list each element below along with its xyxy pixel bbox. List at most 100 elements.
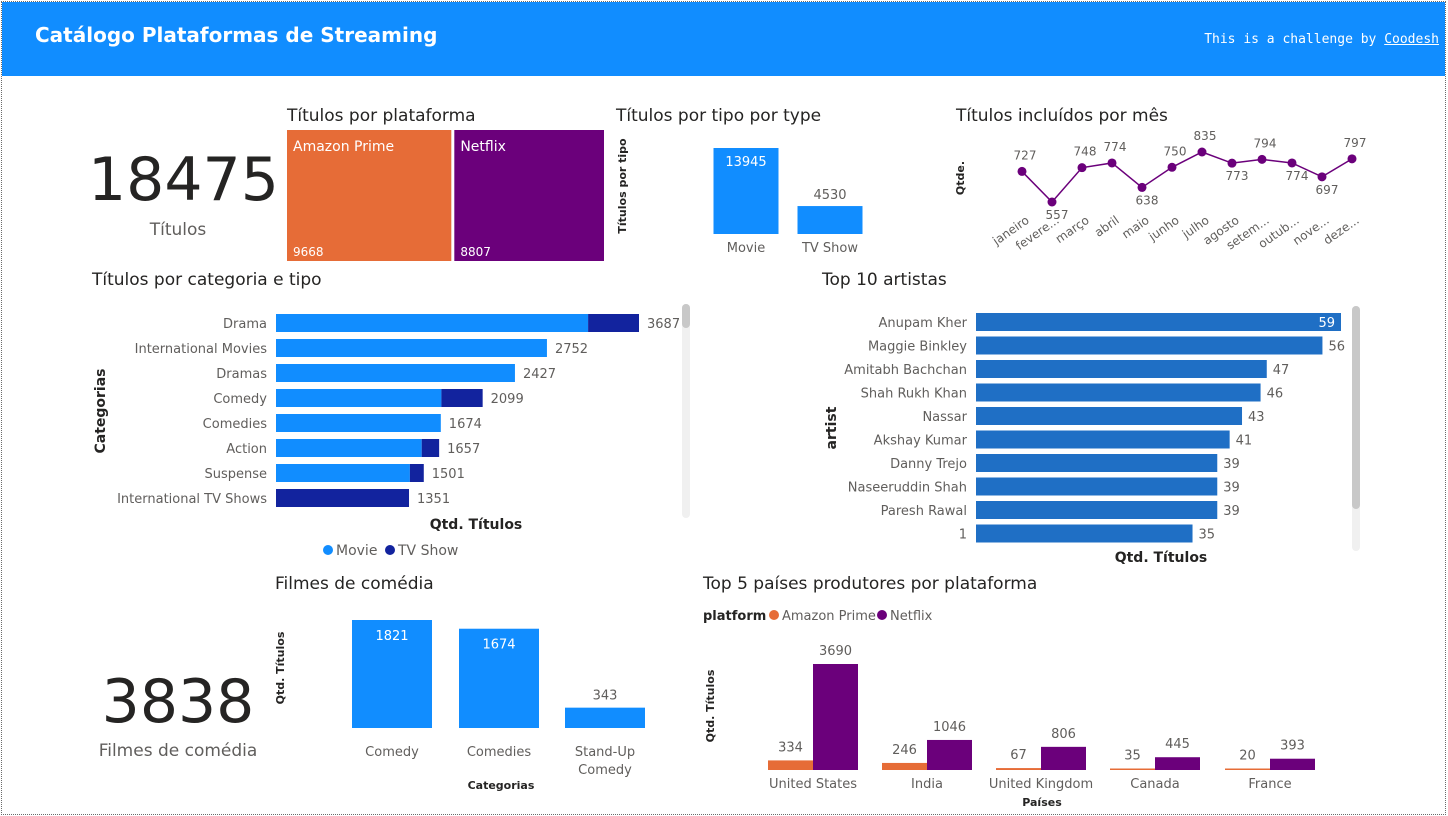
treemap-label-netflix: Netflix <box>460 139 506 155</box>
countries-data-label-netflix-united-kingdom: 806 <box>1051 727 1076 742</box>
comedy-tick-comedies: Comedies <box>467 745 532 760</box>
countries-tick-india: India <box>911 777 943 792</box>
challenge-credit: This is a challenge by Coodesh <box>1204 32 1439 47</box>
month-data-label-deze: 797 <box>1344 136 1367 150</box>
category-tick-suspense: Suspense <box>204 467 267 482</box>
category-bar-tv-show-drama <box>588 314 639 332</box>
category-scrollbar-thumb <box>682 304 690 328</box>
month-point-deze <box>1347 154 1357 164</box>
category-total-label-international-tv-shows: 1351 <box>417 492 450 507</box>
month-point-nove <box>1317 172 1327 182</box>
legend-marker-netflix <box>877 610 887 620</box>
artists-data-label-amitabh-bachchan: 47 <box>1273 363 1290 378</box>
month-y-axis-label: Qtde. <box>954 161 967 195</box>
artists-bar-nassar <box>976 407 1243 425</box>
kpi-titles-label: Títulos <box>149 220 207 240</box>
treemap-value-amazon-prime: 9668 <box>293 245 324 259</box>
countries-bar-netflix-france <box>1270 758 1315 770</box>
month-data-label-julho: 835 <box>1194 130 1217 143</box>
platform-treemap[interactable]: Amazon Prime 9668 Netflix 8807 <box>287 130 607 264</box>
category-total-label-dramas: 2427 <box>523 367 556 382</box>
category-total-label-action: 1657 <box>447 442 480 457</box>
artists-tick-danny-trejo: Danny Trejo <box>890 457 967 472</box>
coodesh-link[interactable]: Coodesh <box>1384 32 1439 47</box>
category-bar-movie-suspense <box>276 464 410 482</box>
countries-tick-united-states: United States <box>769 777 857 792</box>
type-bar-tv-show <box>797 206 863 234</box>
artists-bar-shah-rukh-khan <box>976 383 1261 402</box>
category-bar-movie-dramas <box>276 364 515 382</box>
month-data-label-maio: 638 <box>1136 193 1159 207</box>
artists-bar-danny-trejo <box>976 454 1218 472</box>
challenge-text: This is a challenge by <box>1204 32 1377 47</box>
artists-data-label-akshay-kumar: 41 <box>1236 434 1253 449</box>
countries-bar-netflix-canada <box>1155 757 1200 770</box>
type-tick-tv-show: TV Show <box>801 241 858 256</box>
countries-bar-netflix-united-kingdom <box>1041 746 1086 770</box>
artists-x-axis-label: Qtd. Títulos <box>1115 550 1208 566</box>
countries-tick-canada: Canada <box>1130 777 1179 792</box>
kpi-titles-value: 18475 <box>88 145 279 215</box>
month-point-abril <box>1107 158 1117 168</box>
legend-marker-tv-show <box>385 545 395 555</box>
countries-bar-amazon-prime-united-kingdom <box>996 768 1041 770</box>
month-tick-junho: junho <box>1145 213 1181 244</box>
category-x-axis-label: Qtd. Títulos <box>430 517 523 533</box>
category-tick-drama: Drama <box>223 317 267 332</box>
countries-data-label-amazon-prime-united-states: 334 <box>778 740 803 755</box>
artists-tick-amitabh-bachchan: Amitabh Bachchan <box>844 363 967 378</box>
artists-bar-anupam-kher <box>976 313 1341 331</box>
treemap-value-netflix: 8807 <box>460 245 491 259</box>
category-y-axis-label: Categorias <box>93 368 109 453</box>
month-data-label-junho: 750 <box>1164 144 1187 158</box>
category-tick-international-movies: International Movies <box>135 342 268 357</box>
month-line-chart[interactable]: Qtde.727janeiro 557fevere...748março774ab… <box>950 130 1370 264</box>
header-bar: Catálogo Plataformas de Streaming This i… <box>2 2 1445 76</box>
type-tick-movie: Movie <box>727 241 765 256</box>
category-bar-tv-show-suspense <box>409 464 424 482</box>
artists-bar-chart[interactable]: artist Anupam Kher 59 Maggie Binkley 56 Amita… <box>818 300 1368 568</box>
month-point-mar-o <box>1077 163 1087 173</box>
category-total-label-international-movies: 2752 <box>555 342 588 357</box>
month-point-fevere <box>1047 197 1057 207</box>
countries-legend-title: platform <box>703 609 766 624</box>
artists-data-label-anupam-kher: 59 <box>1318 316 1335 331</box>
comedy-data-label-comedies: 1674 <box>482 638 515 653</box>
comedy-data-label-stand-up-comedy: 343 <box>593 689 618 704</box>
platform-visual-title: Títulos por plataforma <box>287 106 476 126</box>
countries-data-label-amazon-prime-canada: 35 <box>1124 749 1141 764</box>
artists-data-label-naseeruddin-shah: 39 <box>1223 481 1240 496</box>
countries-visual-title: Top 5 países produtores por plataforma <box>703 574 1038 594</box>
countries-data-label-amazon-prime-india: 246 <box>892 743 917 758</box>
month-data-label-outub: 774 <box>1286 169 1309 183</box>
category-bar-tv-show-action <box>421 439 440 457</box>
month-data-label-agosto: 773 <box>1226 169 1249 183</box>
artists-tick-1: 1 <box>959 528 967 543</box>
countries-tick-france: France <box>1248 777 1291 792</box>
artists-data-label-paresh-rawal: 39 <box>1223 504 1240 519</box>
type-visual-title: Títulos por tipo por type <box>616 106 822 126</box>
countries-bar-amazon-prime-india <box>882 762 927 770</box>
artists-data-label-danny-trejo: 39 <box>1223 457 1240 472</box>
category-bar-chart[interactable]: Categorias Drama 3687 International Movies 2… <box>88 300 698 565</box>
comedy-bar-chart[interactable]: Qtd. Títulos 1821 Comedy 1674 Comedies 343 Sta… <box>270 600 670 800</box>
category-bar-movie-drama <box>276 314 589 332</box>
artists-data-label-shah-rukh-khan: 46 <box>1267 387 1284 402</box>
month-data-label-nove: 697 <box>1316 183 1339 197</box>
month-point-julho <box>1197 147 1207 157</box>
countries-bar-chart[interactable]: platform Amazon Prime Netflix Qtd. Títulos 3… <box>700 598 1400 812</box>
artists-y-axis-label: artist <box>824 406 840 449</box>
type-bar-chart[interactable]: Títulos por tipo 13945 Movie 4530 TV Show <box>612 130 882 260</box>
countries-data-label-amazon-prime-france: 20 <box>1239 749 1256 764</box>
comedy-y-axis-label: Qtd. Títulos <box>274 631 287 704</box>
category-total-label-comedy: 2099 <box>491 392 524 407</box>
comedy-visual-title: Filmes de comédia <box>275 574 434 594</box>
artists-tick-anupam-kher: Anupam Kher <box>879 316 968 331</box>
category-tick-comedy: Comedy <box>213 392 267 407</box>
artists-tick-maggie-binkley: Maggie Binkley <box>868 340 967 355</box>
comedy-bar-stand-up-comedy <box>565 707 645 728</box>
artists-bar-akshay-kumar <box>976 430 1230 449</box>
category-total-label-drama: 3687 <box>647 317 680 332</box>
countries-data-label-amazon-prime-united-kingdom: 67 <box>1010 748 1027 763</box>
category-bar-movie-comedy <box>276 389 442 407</box>
